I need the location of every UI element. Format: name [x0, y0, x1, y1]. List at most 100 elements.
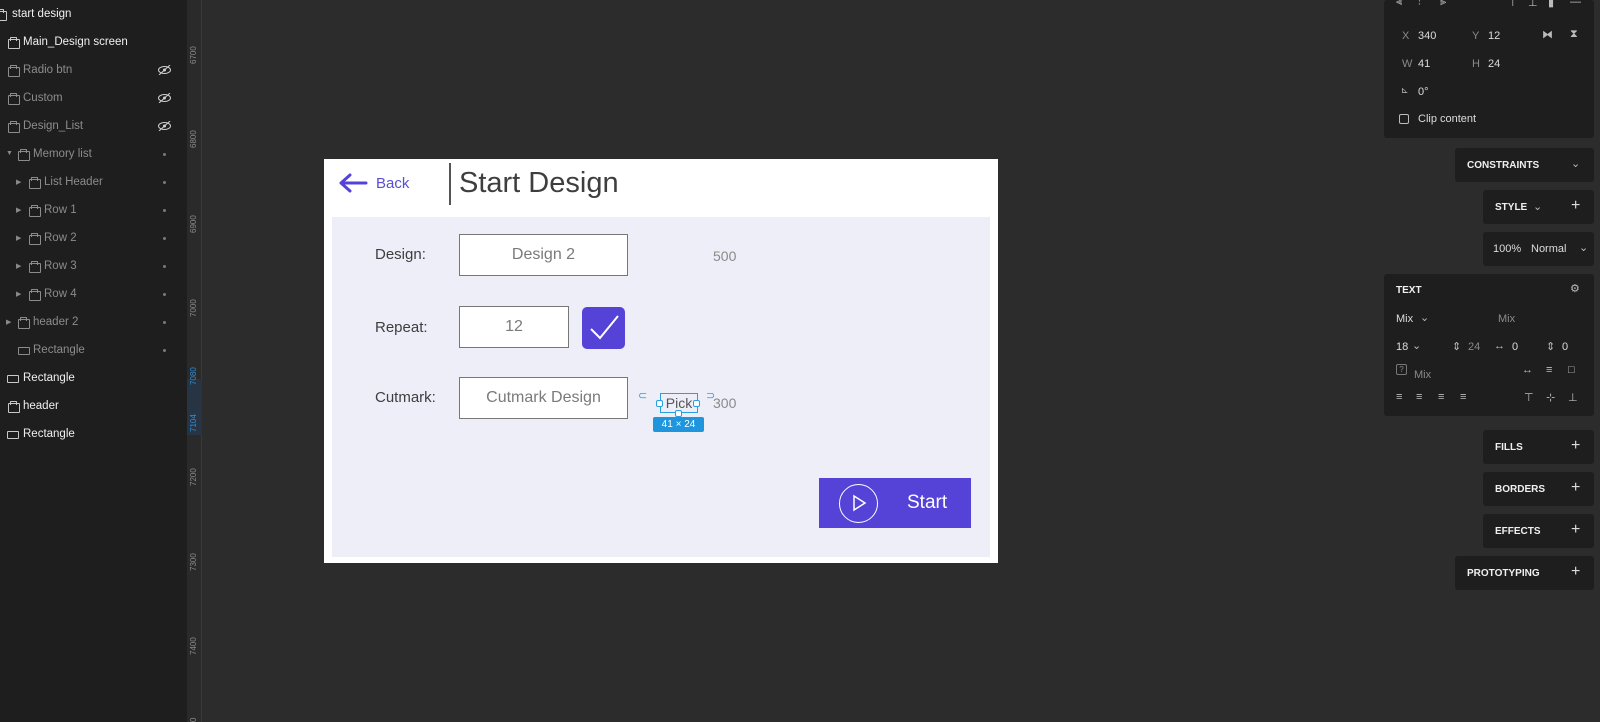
- blend-mode-select[interactable]: Normal: [1531, 243, 1566, 255]
- chevron-down-icon[interactable]: ⌄: [1533, 200, 1542, 213]
- eye-off-icon[interactable]: [157, 93, 172, 103]
- eye-off-icon[interactable]: [157, 65, 172, 75]
- resize-handle-bottom[interactable]: [675, 410, 682, 417]
- y-input[interactable]: 12: [1488, 30, 1500, 42]
- caret-down-icon[interactable]: ▼: [6, 150, 14, 157]
- rotation-icon: ⊾: [1401, 85, 1409, 95]
- page-title: Start Design: [459, 167, 619, 199]
- font-weight-select[interactable]: Mix: [1498, 313, 1515, 325]
- caret-right-icon[interactable]: ▶: [6, 318, 14, 326]
- auto-width-icon[interactable]: ↔: [1522, 364, 1533, 376]
- layer-rectangle-1[interactable]: Rectangle: [0, 367, 187, 389]
- distribute-icon[interactable]: ▮: [1548, 0, 1554, 9]
- fills-section[interactable]: FILLS +: [1483, 430, 1594, 464]
- align-center-icon[interactable]: ⫶: [1418, 0, 1421, 9]
- distribute-vertical-icon[interactable]: —: [1570, 0, 1581, 8]
- layer-radio-btn[interactable]: Radio btn: [0, 59, 187, 81]
- x-input[interactable]: 340: [1418, 30, 1436, 42]
- auto-height-icon[interactable]: ≡: [1546, 364, 1552, 376]
- pick-side-value: 300: [713, 395, 737, 411]
- letter-spacing-input[interactable]: 0: [1512, 341, 1518, 353]
- effects-section[interactable]: EFFECTS +: [1483, 514, 1594, 548]
- layer-rectangle-inner[interactable]: Rectangle: [0, 339, 187, 361]
- eye-off-icon[interactable]: [157, 121, 172, 131]
- chevron-down-icon[interactable]: ⌄: [1571, 157, 1580, 170]
- layer-row-4[interactable]: ▶ Row 4: [0, 283, 187, 305]
- layer-main-design-screen[interactable]: Main_Design screen: [0, 31, 187, 53]
- layer-row-1[interactable]: ▶ Row 1: [0, 199, 187, 221]
- text-settings-icon[interactable]: ⚙: [1570, 282, 1580, 295]
- borders-section[interactable]: BORDERS +: [1483, 472, 1594, 506]
- caret-right-icon[interactable]: ▶: [16, 234, 24, 242]
- layer-rectangle-2[interactable]: Rectangle: [0, 423, 187, 445]
- resize-handle-left[interactable]: [656, 400, 663, 407]
- font-family-select[interactable]: Mix: [1396, 313, 1413, 325]
- align-left-icon[interactable]: ⫷: [1396, 0, 1402, 9]
- flip-horizontal-icon[interactable]: ⧓: [1542, 28, 1553, 41]
- w-input[interactable]: 41: [1418, 58, 1430, 70]
- layer-design-list[interactable]: Design_List: [0, 115, 187, 137]
- align-top-icon[interactable]: ⊤: [1508, 0, 1518, 9]
- inspector-position-panel: ⫷ ⫶ ⫸ ⊤ ⊥ ▮ — X 340 Y 12 ⧓ ⧗ W 41 H 24 ⊾…: [1384, 0, 1594, 138]
- font-size-input[interactable]: 18: [1396, 341, 1408, 353]
- vertical-ruler: 6700 6800 6900 7000 7080 7104 7200 7300 …: [187, 0, 202, 722]
- line-height-icon: ⇕: [1452, 341, 1462, 353]
- opacity-input[interactable]: 100%: [1493, 243, 1521, 255]
- constraints-section[interactable]: CONSTRAINTS ⌄: [1455, 148, 1594, 182]
- rotation-input[interactable]: 0°: [1418, 86, 1429, 98]
- resize-handle-right[interactable]: [693, 400, 700, 407]
- paragraph-spacing-input[interactable]: 0: [1562, 341, 1568, 353]
- layer-list-header[interactable]: ▶ List Header: [0, 171, 187, 193]
- add-fill-icon[interactable]: +: [1571, 437, 1580, 455]
- layer-memory-list[interactable]: ▼ Memory list: [0, 143, 187, 165]
- add-prototype-icon[interactable]: +: [1571, 563, 1580, 581]
- dot-icon: [163, 349, 166, 352]
- prototyping-section[interactable]: PROTOTYPING +: [1455, 556, 1594, 590]
- text-case-select[interactable]: Mix: [1414, 369, 1431, 381]
- align-right-icon[interactable]: ⫸: [1440, 0, 1446, 9]
- design-frame[interactable]: Back Start Design Design: Design 2 500 R…: [324, 159, 998, 563]
- add-effect-icon[interactable]: +: [1571, 521, 1580, 539]
- caret-right-icon[interactable]: ▶: [16, 262, 24, 270]
- fixed-size-icon[interactable]: □: [1568, 364, 1575, 376]
- layer-row-2[interactable]: ▶ Row 2: [0, 227, 187, 249]
- flip-vertical-icon[interactable]: ⧗: [1570, 28, 1578, 41]
- caret-right-icon[interactable]: ▶: [16, 206, 24, 214]
- cutmark-field[interactable]: Cutmark Design: [459, 377, 628, 419]
- chevron-down-icon[interactable]: ⌄: [1579, 241, 1588, 254]
- chevron-down-icon[interactable]: ⌄: [1420, 311, 1429, 324]
- header-divider: [449, 163, 451, 205]
- layer-custom[interactable]: Custom: [0, 87, 187, 109]
- start-button[interactable]: Start: [819, 478, 971, 528]
- text-align-justify-icon[interactable]: ≡: [1460, 391, 1466, 403]
- design-field[interactable]: Design 2: [459, 234, 628, 276]
- style-section[interactable]: STYLE ⌄ +: [1483, 190, 1594, 224]
- ruler-label: 6800: [189, 130, 198, 148]
- clip-content-checkbox[interactable]: [1399, 114, 1409, 124]
- text-align-right-icon[interactable]: ≡: [1438, 391, 1444, 403]
- vertical-align-bottom-icon[interactable]: ⊥: [1568, 391, 1578, 404]
- text-align-left-icon[interactable]: ≡: [1396, 391, 1402, 403]
- repeat-field[interactable]: 12: [459, 306, 569, 348]
- text-align-center-icon[interactable]: ≡: [1416, 391, 1422, 403]
- vertical-align-top-icon[interactable]: ⊤: [1524, 391, 1534, 404]
- repeat-checkbox[interactable]: [582, 307, 625, 349]
- caret-right-icon[interactable]: ▶: [16, 290, 24, 298]
- align-middle-icon[interactable]: ⊥: [1528, 0, 1538, 9]
- layer-label: Rectangle: [23, 372, 75, 384]
- layer-header[interactable]: header: [0, 395, 187, 417]
- caret-right-icon[interactable]: ▶: [16, 178, 24, 186]
- add-border-icon[interactable]: +: [1571, 479, 1580, 497]
- layer-label: Rectangle: [33, 344, 85, 356]
- add-style-icon[interactable]: +: [1571, 197, 1580, 215]
- h-input[interactable]: 24: [1488, 58, 1500, 70]
- chevron-down-icon[interactable]: ⌄: [1412, 339, 1421, 352]
- back-button[interactable]: Back: [338, 173, 409, 193]
- constraint-left-icon[interactable]: ⊂: [638, 389, 647, 402]
- ruler-label: 7400: [189, 637, 198, 655]
- layer-row-3[interactable]: ▶ Row 3: [0, 255, 187, 277]
- line-height-input[interactable]: 24: [1468, 341, 1480, 353]
- vertical-align-middle-icon[interactable]: ⊹: [1546, 391, 1555, 404]
- layer-start-design[interactable]: start design: [0, 3, 187, 25]
- layer-header-2[interactable]: ▶ header 2: [0, 311, 187, 333]
